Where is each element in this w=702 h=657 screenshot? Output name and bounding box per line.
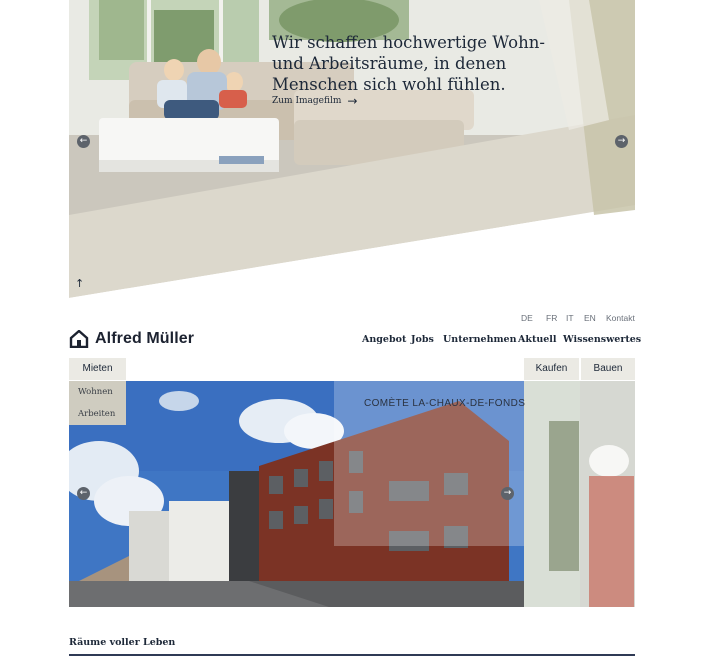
nav-aktuell[interactable]: Aktuell (518, 334, 557, 345)
section-title: Räume voller Leben (69, 637, 176, 648)
subtab-wohnen[interactable]: Wohnen (69, 381, 126, 403)
subtab-arbeiten-label: Arbeiten (78, 409, 116, 419)
tab-bauen[interactable]: Bauen (581, 358, 635, 380)
subtab-arbeiten[interactable]: Arbeiten (69, 403, 126, 425)
lang-de[interactable]: DE (521, 313, 533, 323)
imagefilm-link-label: Zum Imagefilm (272, 96, 342, 106)
tab-kaufen[interactable]: Kaufen (524, 358, 579, 380)
nav-angebot[interactable]: Angebot (362, 334, 406, 345)
project-label: COMÈTE LA-CHAUX-DE-FONDS (364, 398, 526, 409)
arrow-right-icon: → (617, 136, 626, 146)
tab-bauen-label: Bauen (593, 363, 623, 374)
subtab-wohnen-label: Wohnen (78, 387, 113, 397)
project-banner: COMÈTE LA-CHAUX-DE-FONDS ← → (69, 381, 635, 607)
nav-wissenswertes[interactable]: Wissenswertes (563, 334, 641, 345)
tab-mieten[interactable]: Mieten (69, 358, 126, 380)
lang-fr[interactable]: FR (546, 313, 557, 323)
nav-jobs[interactable]: Jobs (411, 334, 434, 345)
arrow-left-icon: ← (79, 136, 88, 146)
project-prev-button[interactable]: ← (77, 487, 90, 500)
project-photo (69, 381, 635, 607)
tab-kaufen-label: Kaufen (535, 363, 568, 374)
hero-quote-line: Menschen sich wohl fühlen. (272, 75, 506, 94)
prev-slide-button[interactable]: ← (77, 135, 90, 148)
lang-it[interactable]: IT (566, 313, 574, 323)
hero-quote-line: und Arbeitsräume, in denen (272, 54, 507, 73)
section-divider (69, 654, 635, 656)
imagefilm-link[interactable]: Zum Imagefilm → (272, 94, 357, 108)
brand-logo[interactable]: Alfred Müller (69, 330, 194, 348)
contact-link[interactable]: Kontakt (606, 313, 635, 323)
lang-en[interactable]: EN (584, 313, 596, 323)
nav-unternehmen[interactable]: Unternehmen (443, 334, 517, 345)
next-slide-button[interactable]: → (615, 135, 628, 148)
hero-quote: Wir schaffen hochwertige Wohn- und Arbei… (272, 32, 562, 95)
hero-banner: Wir schaffen hochwertige Wohn- und Arbei… (69, 0, 635, 298)
project-next-button[interactable]: → (501, 487, 514, 500)
arrow-left-icon: ← (79, 488, 88, 498)
hero-quote-line: Wir schaffen hochwertige Wohn- (272, 33, 545, 52)
arrow-right-icon: → (347, 94, 358, 108)
tab-mieten-label: Mieten (82, 363, 113, 374)
brand-name: Alfred Müller (95, 330, 195, 347)
house-icon (69, 330, 89, 348)
arrow-up-icon[interactable]: ↑ (75, 277, 84, 290)
arrow-right-icon: → (503, 488, 512, 498)
